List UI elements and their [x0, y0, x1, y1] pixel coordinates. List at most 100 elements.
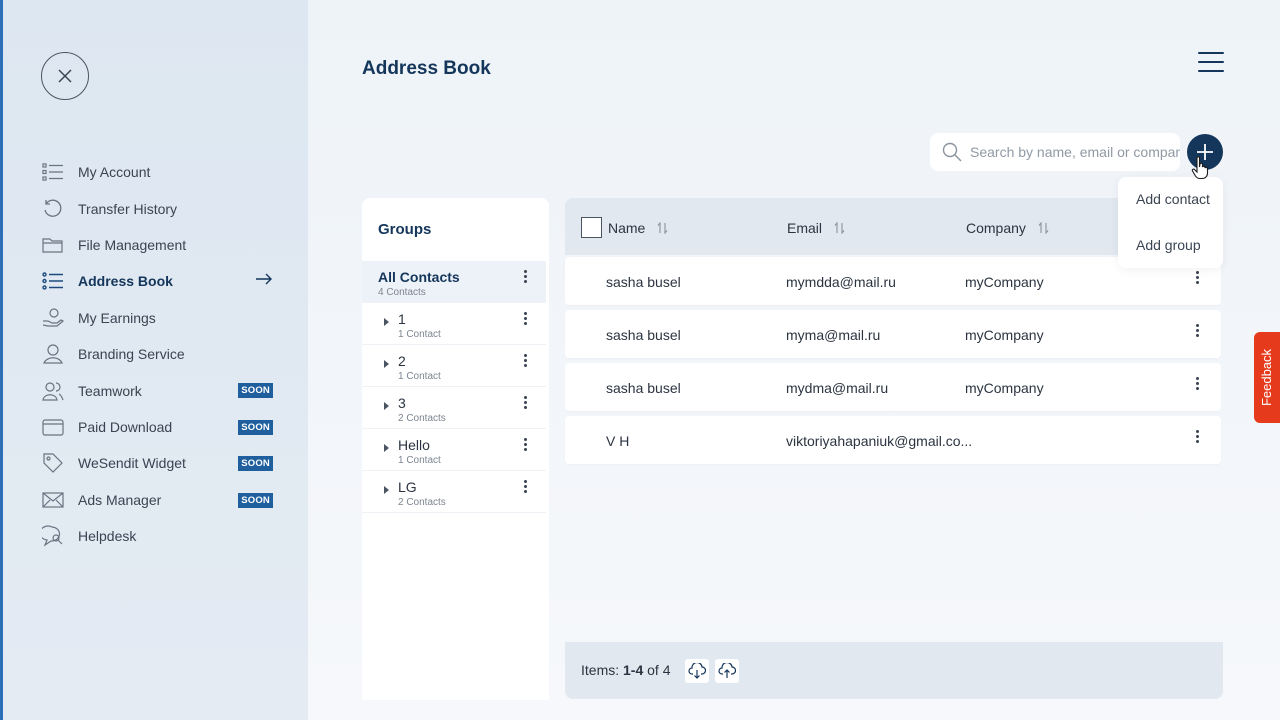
- sidebar-item-my-account[interactable]: My Account: [41, 154, 281, 190]
- column-header-name[interactable]: Name: [608, 220, 668, 236]
- hamburger-menu-button[interactable]: [1198, 52, 1224, 76]
- more-options-icon[interactable]: [522, 270, 528, 286]
- sidebar-item-label: Transfer History: [78, 200, 178, 217]
- group-count: 1 Contact: [398, 455, 441, 466]
- contact-email: viktoriyahapaniuk@gmail.co...: [786, 433, 973, 449]
- sidebar-item-wesendit-widget[interactable]: WeSendit Widget SOON: [41, 445, 281, 481]
- sidebar-item-file-management[interactable]: File Management: [41, 227, 281, 263]
- table-row[interactable]: sasha busel mydma@mail.ru myCompany: [565, 363, 1221, 411]
- group-item-3[interactable]: 3 2 Contacts: [362, 387, 546, 429]
- contact-email: mydma@mail.ru: [786, 380, 889, 396]
- history-icon: [41, 197, 65, 221]
- hand-cursor-icon: [1191, 156, 1211, 185]
- group-item-all-contacts[interactable]: All Contacts 4 Contacts: [362, 261, 546, 303]
- expand-caret-icon[interactable]: [384, 318, 389, 326]
- sidebar-item-my-earnings[interactable]: My Earnings: [41, 300, 281, 336]
- row-more-options-icon[interactable]: [1194, 377, 1200, 393]
- menu-line: [1198, 69, 1224, 73]
- contact-company: myCompany: [965, 327, 1044, 343]
- select-all-checkbox[interactable]: [581, 217, 602, 238]
- group-item-lg[interactable]: LG 2 Contacts: [362, 471, 546, 513]
- page-title: Address Book: [362, 58, 491, 79]
- column-label: Email: [787, 220, 823, 236]
- sort-icon: [1038, 222, 1049, 234]
- column-label: Company: [966, 220, 1026, 236]
- more-options-icon[interactable]: [522, 438, 528, 454]
- branding-icon: [41, 342, 65, 366]
- soon-badge: SOON: [238, 419, 273, 435]
- search-box: [930, 133, 1180, 171]
- sort-icon: [834, 222, 845, 234]
- contact-email: mymdda@mail.ru: [786, 274, 896, 290]
- contact-email: myma@mail.ru: [786, 327, 881, 343]
- tag-icon: [41, 451, 65, 475]
- cloud-upload-icon: [718, 663, 736, 678]
- contact-company: myCompany: [965, 380, 1044, 396]
- group-name: Hello: [398, 437, 430, 453]
- expand-caret-icon[interactable]: [384, 402, 389, 410]
- more-options-icon[interactable]: [522, 354, 528, 370]
- more-options-icon[interactable]: [522, 312, 528, 328]
- feedback-tab[interactable]: Feedback: [1254, 332, 1280, 423]
- close-icon: [58, 69, 72, 83]
- sidebar-item-teamwork[interactable]: Teamwork SOON: [41, 372, 281, 408]
- menu-line: [1198, 60, 1224, 64]
- more-options-icon[interactable]: [522, 396, 528, 412]
- sidebar-item-helpdesk[interactable]: Helpdesk: [41, 518, 281, 554]
- items-count: Items: 1-4 of 4: [581, 662, 671, 678]
- folder-icon: [41, 233, 65, 257]
- sort-icon: [657, 222, 668, 234]
- sidebar-item-transfer-history[interactable]: Transfer History: [41, 190, 281, 226]
- row-more-options-icon[interactable]: [1194, 324, 1200, 340]
- feedback-label: Feedback: [1259, 348, 1275, 407]
- close-sidebar-button[interactable]: [41, 52, 89, 100]
- group-name: All Contacts: [378, 269, 460, 285]
- search-input[interactable]: [970, 144, 1180, 160]
- column-header-email[interactable]: Email: [787, 220, 845, 236]
- download-button[interactable]: [685, 659, 709, 683]
- sidebar-item-label: Ads Manager: [78, 491, 162, 508]
- cloud-download-icon: [688, 663, 706, 679]
- contact-name: sasha busel: [606, 327, 681, 343]
- soon-badge: SOON: [238, 492, 273, 508]
- more-options-icon[interactable]: [522, 480, 528, 496]
- sidebar-item-ads-manager[interactable]: Ads Manager SOON: [41, 482, 281, 518]
- chat-search-icon: [41, 524, 65, 548]
- contact-name: sasha busel: [606, 380, 681, 396]
- search-icon: [942, 142, 962, 162]
- contact-name: V H: [606, 433, 630, 449]
- sidebar: My Account Transfer History File Managem…: [0, 0, 308, 720]
- contact-name: sasha busel: [606, 274, 681, 290]
- list-icon: [41, 160, 65, 184]
- items-range: 1-4: [623, 662, 644, 678]
- groups-title: Groups: [378, 221, 432, 238]
- group-name: 1: [398, 311, 406, 327]
- column-label: Name: [608, 220, 646, 236]
- row-more-options-icon[interactable]: [1194, 271, 1200, 287]
- column-header-company[interactable]: Company: [966, 220, 1049, 236]
- group-item-2[interactable]: 2 1 Contact: [362, 345, 546, 387]
- group-count: 1 Contact: [398, 371, 441, 382]
- upload-button[interactable]: [715, 659, 739, 683]
- contact-company: myCompany: [965, 274, 1044, 290]
- group-item-1[interactable]: 1 1 Contact: [362, 303, 546, 345]
- expand-caret-icon[interactable]: [384, 486, 389, 494]
- groups-panel: Groups All Contacts 4 Contacts 1 1 Conta…: [362, 198, 549, 700]
- add-contact-option[interactable]: Add contact: [1136, 191, 1210, 207]
- sidebar-item-branding-service[interactable]: Branding Service: [41, 336, 281, 372]
- sidebar-item-label: File Management: [78, 236, 187, 253]
- group-name: 3: [398, 395, 406, 411]
- add-group-option[interactable]: Add group: [1136, 237, 1201, 253]
- hand-coins-icon: [41, 306, 65, 330]
- sidebar-item-label: Paid Download: [78, 418, 173, 435]
- expand-caret-icon[interactable]: [384, 360, 389, 368]
- sidebar-item-paid-download[interactable]: Paid Download SOON: [41, 409, 281, 445]
- table-row[interactable]: V H viktoriyahapaniuk@gmail.co...: [565, 416, 1221, 464]
- expand-caret-icon[interactable]: [384, 444, 389, 452]
- table-row[interactable]: sasha busel myma@mail.ru myCompany: [565, 310, 1221, 358]
- group-count: 1 Contact: [398, 329, 441, 340]
- group-item-hello[interactable]: Hello 1 Contact: [362, 429, 546, 471]
- sidebar-item-address-book[interactable]: Address Book: [41, 263, 281, 299]
- row-more-options-icon[interactable]: [1194, 430, 1200, 446]
- group-name: LG: [398, 479, 417, 495]
